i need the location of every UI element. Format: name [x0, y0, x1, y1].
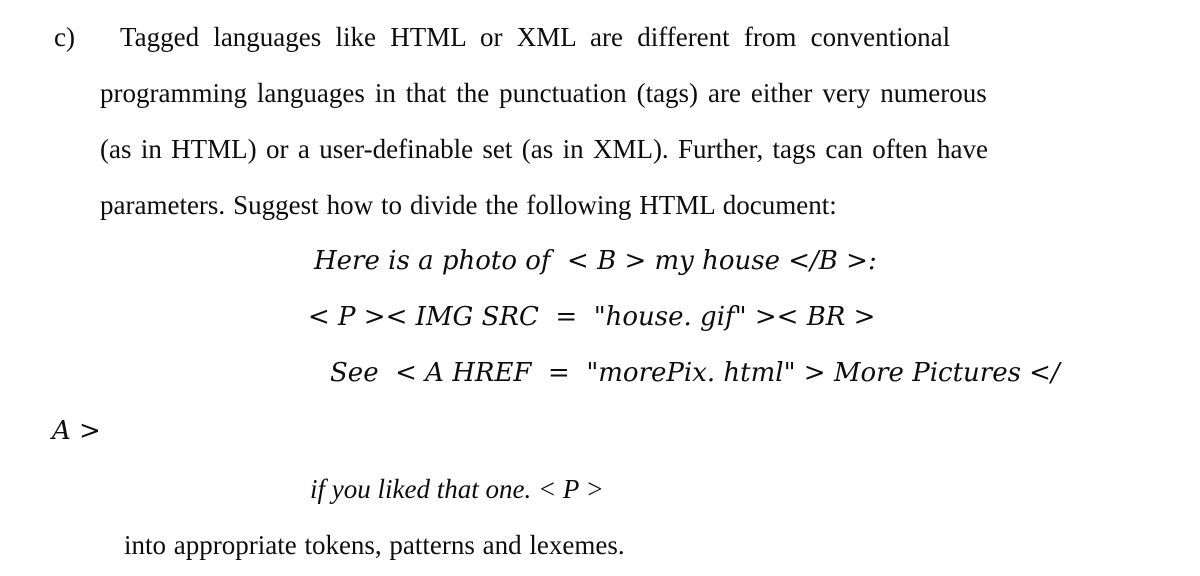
document-page: c) Tagged languages like HTML or XML are…: [0, 0, 1200, 576]
question-body-line-1: Tagged languages like HTML or XML are di…: [120, 22, 951, 52]
question-body-line-2: programming languages in that the punctu…: [100, 78, 987, 108]
question-marker: c): [54, 22, 75, 52]
code-sample-line-1: Here is a photo of < B > my house </B >:: [314, 246, 877, 276]
code-sample-line-4-wrapped: A >: [52, 416, 101, 446]
code-sample-line-2: < P >< IMG SRC = "house. gif" >< BR >: [308, 302, 876, 332]
question-body-line-3: (as in HTML) or a user-definable set (as…: [100, 134, 988, 164]
question-closing-line: into appropriate tokens, patterns and le…: [124, 530, 625, 560]
code-sample-line-3: See < A HREF = "morePix. html" > More Pi…: [330, 358, 1060, 388]
question-body-line-4: parameters. Suggest how to divide the fo…: [100, 190, 837, 220]
code-sample-line-5: if you liked that one. < P >: [310, 474, 604, 504]
